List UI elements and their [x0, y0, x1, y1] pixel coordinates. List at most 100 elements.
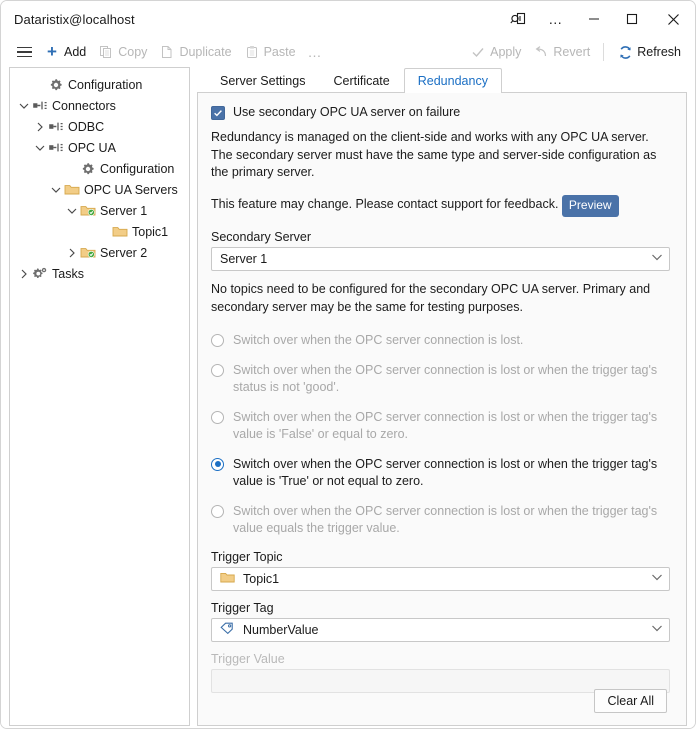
- checkmark-icon: [213, 108, 223, 118]
- main-body: Configuration Connectors ODBC OPC UA Configu…: [1, 67, 695, 728]
- add-label: Add: [64, 45, 86, 59]
- folder-icon: [63, 183, 81, 196]
- chevron-down-icon[interactable]: [48, 186, 63, 194]
- chevron-right-icon[interactable]: [32, 122, 47, 132]
- duplicate-button[interactable]: Duplicate: [153, 40, 237, 64]
- chevron-down-icon[interactable]: [64, 207, 79, 215]
- copy-icon: [98, 44, 114, 60]
- refresh-button[interactable]: Refresh: [611, 40, 687, 64]
- trigger-value-label: Trigger Value: [211, 652, 670, 666]
- connector-icon: [31, 99, 49, 112]
- switchover-option-label: Switch over when the OPC server connecti…: [233, 362, 670, 397]
- chevron-down-icon: [651, 253, 663, 265]
- more-options-label: …: [548, 14, 564, 24]
- window-title: Dataristix@localhost: [14, 12, 135, 27]
- switchover-options-group: Switch over when the OPC server connecti…: [211, 332, 670, 538]
- folder-check-icon: [79, 204, 97, 217]
- gear-icon: [79, 162, 97, 176]
- add-button[interactable]: + Add: [38, 40, 92, 64]
- navigation-tree: Configuration Connectors ODBC OPC UA Configu…: [10, 68, 189, 284]
- paste-button[interactable]: Paste: [238, 40, 302, 64]
- chevron-right-icon[interactable]: [16, 269, 31, 279]
- tag-icon: [220, 622, 235, 638]
- tree-item-label: Server 2: [100, 246, 147, 260]
- switchover-option-4[interactable]: Switch over when the OPC server connecti…: [211, 456, 670, 491]
- chevron-down-icon[interactable]: [32, 144, 47, 152]
- radio-button[interactable]: [211, 364, 224, 377]
- tree-item-label: Connectors: [52, 99, 116, 113]
- radio-button[interactable]: [211, 505, 224, 518]
- use-secondary-server-checkbox-row[interactable]: Use secondary OPC UA server on failure: [211, 105, 670, 120]
- tab-redundancy[interactable]: Redundancy: [404, 68, 502, 93]
- tree-item-label: Topic1: [132, 225, 168, 239]
- duplicate-label: Duplicate: [179, 45, 231, 59]
- secondary-server-value: Server 1: [220, 252, 267, 266]
- tab-certificate[interactable]: Certificate: [319, 68, 403, 93]
- switchover-option-label: Switch over when the OPC server connecti…: [233, 332, 523, 350]
- switchover-option-3[interactable]: Switch over when the OPC server connecti…: [211, 409, 670, 444]
- copy-button[interactable]: Copy: [92, 40, 153, 64]
- chevron-right-icon[interactable]: [64, 248, 79, 258]
- tree-item-opc-ua[interactable]: OPC UA: [10, 137, 189, 158]
- maximize-icon[interactable]: [613, 2, 651, 36]
- tree-item-opc-ua-servers[interactable]: OPC UA Servers: [10, 179, 189, 200]
- tree-item-tasks[interactable]: Tasks: [10, 263, 189, 284]
- radio-button[interactable]: [211, 458, 224, 471]
- redundancy-form: Use secondary OPC UA server on failure R…: [198, 93, 686, 713]
- secondary-server-label: Secondary Server: [211, 230, 670, 244]
- feedback-note: This feature may change. Please contact …: [211, 194, 670, 217]
- switchover-option-label: Switch over when the OPC server connecti…: [233, 456, 670, 491]
- tree-item-label: ODBC: [68, 120, 104, 134]
- refresh-icon: [617, 44, 633, 60]
- switchover-option-1[interactable]: Switch over when the OPC server connecti…: [211, 332, 670, 350]
- search-document-icon[interactable]: [499, 2, 537, 36]
- more-options-icon[interactable]: …: [537, 2, 575, 36]
- trigger-topic-select[interactable]: Topic1: [211, 567, 670, 591]
- paste-icon: [244, 44, 260, 60]
- revert-button[interactable]: Revert: [527, 40, 596, 64]
- switchover-option-2[interactable]: Switch over when the OPC server connecti…: [211, 362, 670, 397]
- chevron-down-icon[interactable]: [16, 102, 31, 110]
- tab-server-settings[interactable]: Server Settings: [206, 68, 319, 93]
- navigation-tree-panel[interactable]: Configuration Connectors ODBC OPC UA Configu…: [9, 67, 190, 726]
- paste-label: Paste: [264, 45, 296, 59]
- use-secondary-server-checkbox[interactable]: [211, 106, 225, 120]
- trigger-tag-select[interactable]: NumberValue: [211, 618, 670, 642]
- tree-item-label: Server 1: [100, 204, 147, 218]
- menu-button[interactable]: [10, 40, 38, 64]
- clear-all-button[interactable]: Clear All: [594, 689, 667, 713]
- tree-item-server-1[interactable]: Server 1: [10, 200, 189, 221]
- overflow-icon: …: [308, 47, 324, 57]
- application-window: Dataristix@localhost …: [0, 0, 696, 729]
- minimize-icon[interactable]: [575, 2, 613, 36]
- detail-pane: Server SettingsCertificateRedundancy Use…: [197, 67, 695, 728]
- radio-button[interactable]: [211, 411, 224, 424]
- copy-label: Copy: [118, 45, 147, 59]
- toolbar-overflow-button[interactable]: …: [302, 40, 330, 64]
- radio-button[interactable]: [211, 334, 224, 347]
- apply-button[interactable]: Apply: [464, 40, 527, 64]
- panel-splitter[interactable]: [190, 67, 197, 728]
- tree-item-connectors[interactable]: Connectors: [10, 95, 189, 116]
- close-icon[interactable]: [651, 2, 695, 36]
- hamburger-icon: [16, 44, 32, 60]
- tree-item-server-2[interactable]: Server 2: [10, 242, 189, 263]
- tree-item-configuration[interactable]: Configuration: [10, 158, 189, 179]
- tree-item-label: OPC UA: [68, 141, 116, 155]
- tree-item-odbc[interactable]: ODBC: [10, 116, 189, 137]
- secondary-server-select[interactable]: Server 1: [211, 247, 670, 271]
- tree-item-configuration[interactable]: Configuration: [10, 74, 189, 95]
- tree-item-topic1[interactable]: Topic1: [10, 221, 189, 242]
- feedback-text: This feature may change. Please contact …: [211, 197, 558, 211]
- trigger-tag-value: NumberValue: [243, 623, 319, 637]
- use-secondary-server-label: Use secondary OPC UA server on failure: [233, 105, 460, 119]
- connector-icon: [47, 120, 65, 133]
- trigger-topic-label: Trigger Topic: [211, 550, 670, 564]
- check-icon: [470, 44, 486, 60]
- preview-badge: Preview: [562, 195, 619, 218]
- toolbar-right-group: Apply Revert: [464, 40, 687, 64]
- revert-label: Revert: [553, 45, 590, 59]
- tasks-icon: [31, 267, 49, 281]
- switchover-option-5[interactable]: Switch over when the OPC server connecti…: [211, 503, 670, 538]
- tree-item-label: OPC UA Servers: [84, 183, 178, 197]
